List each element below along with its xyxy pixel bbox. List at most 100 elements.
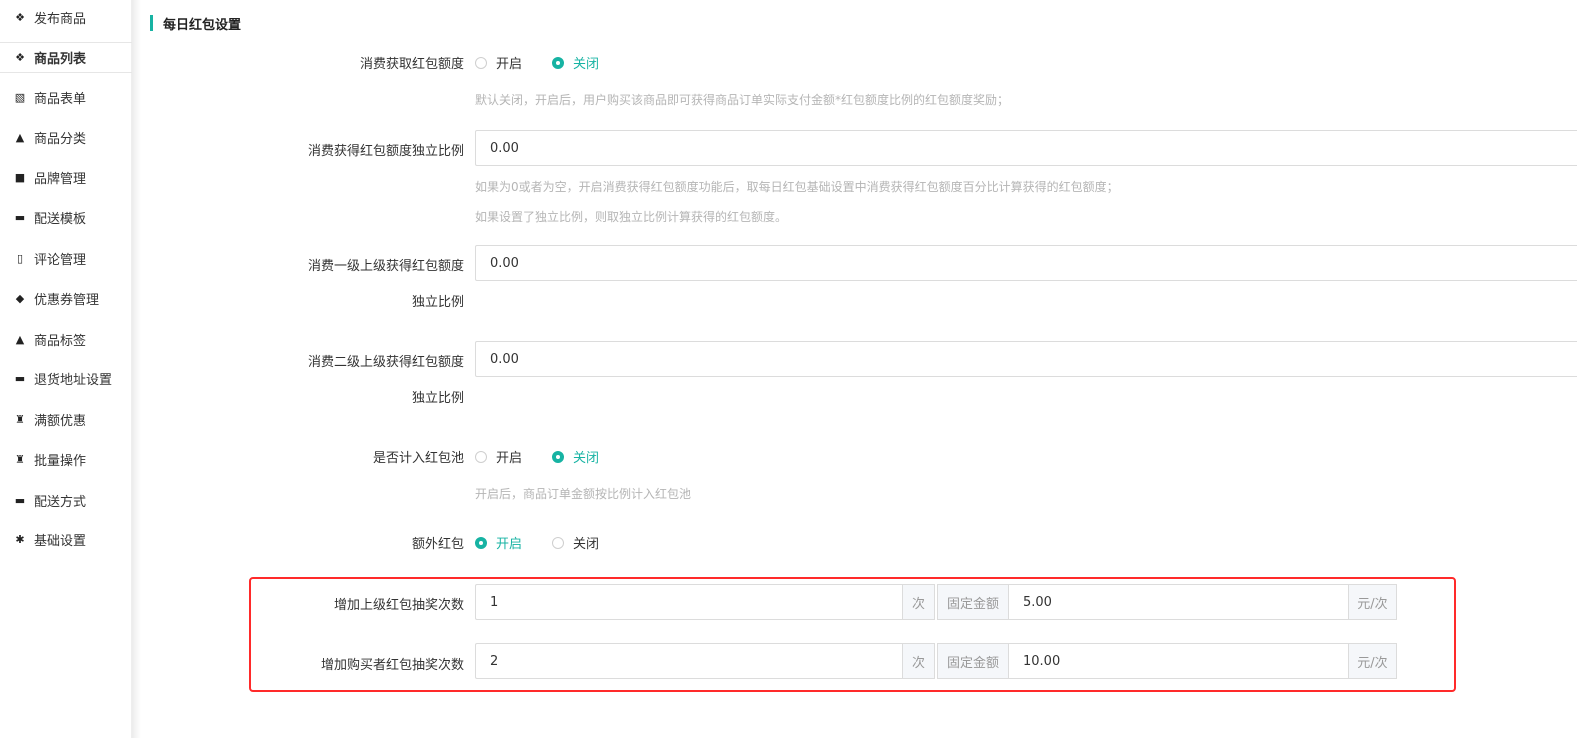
sidebar-item-label: 商品标签 (34, 333, 87, 349)
level2-ratio-input[interactable] (475, 341, 1577, 377)
sidebar-item-publish-goods[interactable]: ❖ 发布商品 (0, 2, 132, 32)
radio-circle (552, 56, 565, 69)
independent-ratio-label: 消费获得红包额度独立比例 (307, 144, 464, 159)
buyer-draw-amount-unit: 元/次 (1348, 643, 1397, 679)
sidebar-item-label: 评论管理 (34, 252, 87, 268)
superior-draw-label: 增加上级红包抽奖次数 (333, 598, 464, 613)
level2-ratio-label: 消费二级上级获得红包额度 (307, 355, 464, 370)
sidebar-item-delivery-method[interactable]: ▬ 配送方式 (0, 485, 132, 515)
gift-icon: ♜ (15, 452, 25, 466)
consume-quota-radio-group: 开启 关闭 (475, 53, 629, 72)
buyer-draw-count-unit: 次 (902, 643, 935, 679)
pool-label: 是否计入红包池 (372, 451, 464, 466)
extra-radio-on[interactable]: 开启 (475, 533, 522, 552)
sidebar-item-label: 配送模板 (34, 211, 87, 227)
superior-draw-amount-input[interactable] (1008, 584, 1348, 620)
pool-radio-group: 开启 关闭 (475, 447, 629, 466)
sidebar-item-label: 发布商品 (34, 11, 87, 27)
excel-file-icon: ▧ (14, 90, 26, 104)
level1-ratio-input[interactable] (475, 245, 1577, 281)
radio-label: 关闭 (573, 451, 600, 466)
tags-icon: ◆ (15, 291, 25, 305)
radio-circle (475, 450, 487, 463)
sidebar-item-goods-category[interactable]: ▲ 商品分类 (0, 122, 132, 152)
cubes-icon: ❖ (15, 50, 25, 64)
radio-circle (552, 536, 565, 549)
radio-label: 开启 (496, 57, 523, 72)
sidebar-item-label: 优惠券管理 (34, 292, 100, 308)
sidebar-item-label: 商品列表 (34, 51, 87, 67)
radio-label: 关闭 (573, 537, 600, 552)
level1-ratio-label-line2: 独立比例 (411, 295, 464, 310)
consume-quota-radio-on[interactable]: 开启 (475, 53, 522, 72)
buyer-draw-fixed-label: 固定金额 (937, 643, 1008, 679)
superior-draw-count-input[interactable] (475, 584, 902, 620)
sidebar-item-shipping-template[interactable]: ▬ 配送模板 (0, 202, 132, 232)
radio-circle (552, 450, 565, 463)
columns-icon: ▯ (16, 251, 24, 265)
sidebar-item-batch-ops[interactable]: ♜ 批量操作 (0, 444, 132, 474)
gear-icon: ✱ (15, 532, 25, 546)
sidebar-item-full-discount[interactable]: ♜ 满额优惠 (0, 404, 132, 434)
sidebar-item-label: 配送方式 (34, 494, 87, 510)
sidebar-item-basic-settings[interactable]: ✱ 基础设置 (0, 524, 132, 554)
cubes-icon: ❖ (15, 10, 25, 24)
independent-ratio-hint-2: 如果设置了独立比例，则取独立比例计算获得的红包额度。 (475, 210, 788, 224)
sidebar-item-goods-tags[interactable]: ▲ 商品标签 (0, 324, 132, 354)
level2-ratio-label-line2: 独立比例 (411, 391, 464, 406)
sitemap-icon: ▲ (15, 130, 25, 144)
sidebar-item-label: 商品表单 (34, 91, 87, 107)
sidebar: ❖ 发布商品 ❖ 商品列表 ▧ 商品表单 ▲ 商品分类 ■ 品牌管理 ▬ 配送模… (0, 0, 132, 738)
section-title: 每日红包设置 (150, 14, 242, 33)
superior-draw-fixed-label: 固定金额 (937, 584, 1008, 620)
truck-icon: ▬ (14, 210, 26, 224)
sidebar-item-label: 满额优惠 (34, 413, 87, 429)
independent-ratio-input[interactable] (475, 130, 1577, 166)
sidebar-item-goods-form[interactable]: ▧ 商品表单 (0, 82, 132, 112)
sidebar-item-goods-list[interactable]: ❖ 商品列表 (0, 42, 132, 72)
extra-label: 额外红包 (411, 537, 464, 552)
buyer-draw-count-group: 次 (475, 643, 935, 679)
radio-label: 开启 (496, 537, 523, 552)
radio-circle (475, 536, 487, 549)
pool-radio-on[interactable]: 开启 (475, 447, 522, 466)
sidebar-item-label: 退货地址设置 (34, 372, 113, 388)
radio-label: 关闭 (573, 57, 600, 72)
radio-circle (475, 56, 487, 69)
buyer-draw-count-input[interactable] (475, 643, 902, 679)
sidebar-item-comments[interactable]: ▯ 评论管理 (0, 243, 132, 273)
sidebar-item-label: 基础设置 (34, 533, 87, 549)
pool-radio-off[interactable]: 关闭 (552, 447, 599, 466)
truck-icon: ▬ (14, 371, 26, 385)
buyer-draw-amount-input[interactable] (1008, 643, 1348, 679)
level1-ratio-label: 消费一级上级获得红包额度 (307, 259, 464, 274)
consume-quota-label: 消费获取红包额度 (359, 57, 464, 72)
truck-icon: ▬ (14, 493, 26, 507)
extra-radio-off[interactable]: 关闭 (552, 533, 599, 552)
consume-quota-hint: 默认关闭，开启后，用户购买该商品即可获得商品订单实际支付金额*红包额度比例的红包… (475, 93, 1010, 107)
superior-draw-amount-group: 固定金额 元/次 (937, 584, 1397, 620)
sidebar-shadow (132, 0, 141, 738)
briefcase-icon: ■ (14, 170, 26, 184)
app: ❖ 发布商品 ❖ 商品列表 ▧ 商品表单 ▲ 商品分类 ■ 品牌管理 ▬ 配送模… (0, 0, 1577, 738)
sidebar-item-coupons[interactable]: ◆ 优惠券管理 (0, 283, 132, 313)
superior-draw-count-group: 次 (475, 584, 935, 620)
sidebar-divider (0, 72, 132, 73)
sidebar-item-brand[interactable]: ■ 品牌管理 (0, 162, 132, 192)
sidebar-item-label: 商品分类 (34, 131, 87, 147)
superior-draw-count-unit: 次 (902, 584, 935, 620)
radio-label: 开启 (496, 451, 523, 466)
superior-draw-amount-unit: 元/次 (1348, 584, 1397, 620)
buyer-draw-amount-group: 固定金额 元/次 (937, 643, 1397, 679)
sitemap-icon: ▲ (15, 332, 25, 346)
sidebar-item-label: 批量操作 (34, 453, 87, 469)
main-content: 每日红包设置 消费获取红包额度 开启 关闭 默认关闭，开启后，用户购买该商品即可… (141, 0, 1577, 738)
sidebar-item-return-address[interactable]: ▬ 退货地址设置 (0, 363, 132, 393)
gift-icon: ♜ (15, 412, 25, 426)
section-title-text: 每日红包设置 (163, 17, 242, 33)
extra-radio-group: 开启 关闭 (475, 533, 629, 552)
section-accent-bar (150, 15, 153, 31)
buyer-draw-label: 增加购买者红包抽奖次数 (320, 658, 464, 673)
consume-quota-radio-off[interactable]: 关闭 (552, 53, 599, 72)
sidebar-item-label: 品牌管理 (34, 171, 87, 187)
